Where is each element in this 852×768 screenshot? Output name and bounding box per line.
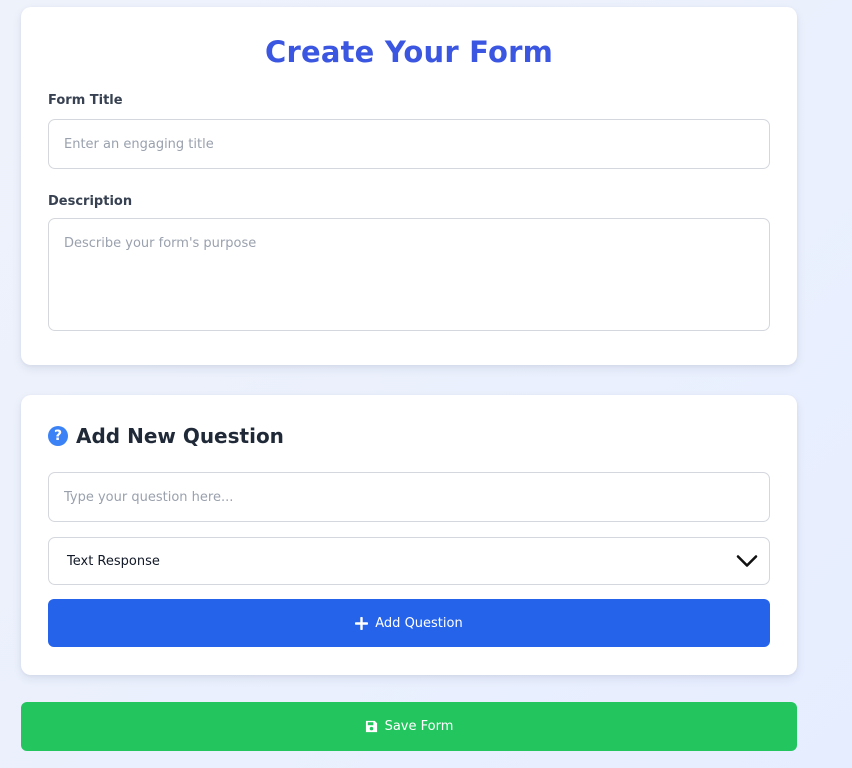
save-form-label: Save Form	[384, 719, 454, 734]
chevron-down-icon	[736, 555, 758, 567]
save-form-button[interactable]: Save Form	[21, 702, 797, 751]
form-details-card: Create Your Form Form Title Description	[21, 7, 797, 365]
question-type-value: Text Response	[67, 553, 160, 569]
question-circle-icon: ?	[48, 426, 68, 446]
add-question-title: Add New Question	[76, 424, 284, 448]
description-textarea[interactable]	[48, 218, 770, 331]
description-label: Description	[48, 194, 133, 209]
form-title-input[interactable]	[48, 119, 770, 169]
plus-icon	[355, 616, 369, 630]
add-question-label: Add Question	[375, 615, 463, 631]
save-icon	[365, 720, 377, 733]
question-type-select[interactable]: Text Response	[48, 537, 770, 585]
question-input[interactable]	[48, 472, 770, 522]
add-question-heading: ? Add New Question	[48, 424, 284, 448]
form-title-label: Form Title	[48, 93, 123, 108]
add-question-button[interactable]: Add Question	[48, 599, 770, 647]
page-title: Create Your Form	[264, 35, 554, 69]
add-question-card: ? Add New Question Text Response Add Que…	[21, 395, 797, 675]
